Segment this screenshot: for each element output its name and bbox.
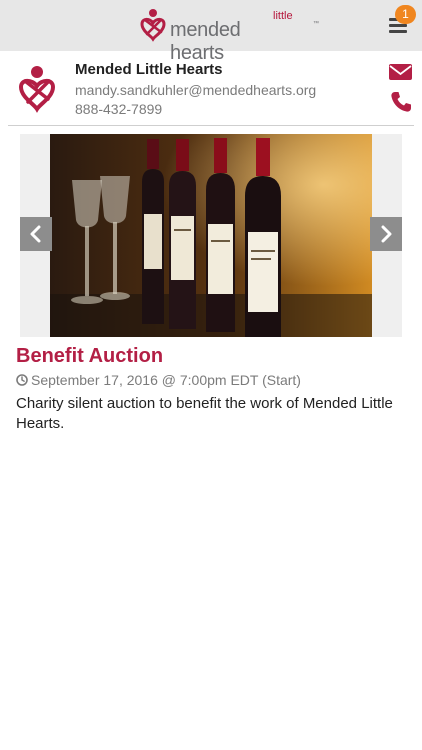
carousel-next-button[interactable] <box>370 217 402 251</box>
organization-card: Mended Little Hearts mandy.sandkuhler@me… <box>0 51 422 125</box>
organization-name: Mended Little Hearts <box>75 61 223 78</box>
event-description: Charity silent auction to benefit the wo… <box>16 395 393 432</box>
organization-phone[interactable]: 888-432-7899 <box>75 101 162 117</box>
organization-logo-icon <box>18 66 56 113</box>
phone-icon[interactable] <box>390 91 412 113</box>
chevron-right-icon <box>381 225 392 243</box>
app-header: little mended hearts ™ 1 <box>0 0 422 64</box>
clock-icon <box>16 374 28 386</box>
trademark-symbol: ™ <box>313 21 319 27</box>
notification-badge[interactable]: 1 <box>395 5 416 24</box>
heart-figure-icon <box>140 9 166 42</box>
section-divider <box>8 125 414 126</box>
carousel-prev-button[interactable] <box>20 217 52 251</box>
wine-bottles-and-glasses-photo <box>50 134 372 337</box>
brand-logo[interactable]: little mended hearts ™ <box>138 7 319 64</box>
image-carousel[interactable] <box>20 134 402 337</box>
brand-wordmark: little mended hearts ™ <box>170 7 319 64</box>
event-date-line: September 17, 2016 @ 7:00pm EDT (Start) <box>16 372 301 388</box>
hamburger-icon-bar <box>389 24 407 27</box>
envelope-icon[interactable] <box>388 61 413 83</box>
event-date: September 17, 2016 @ 7:00pm EDT (Start) <box>31 372 301 388</box>
chevron-left-icon <box>30 225 41 243</box>
organization-email[interactable]: mandy.sandkuhler@mendedhearts.org <box>75 82 316 98</box>
hamburger-icon-bar <box>389 30 407 33</box>
event-title: Benefit Auction <box>16 345 164 367</box>
